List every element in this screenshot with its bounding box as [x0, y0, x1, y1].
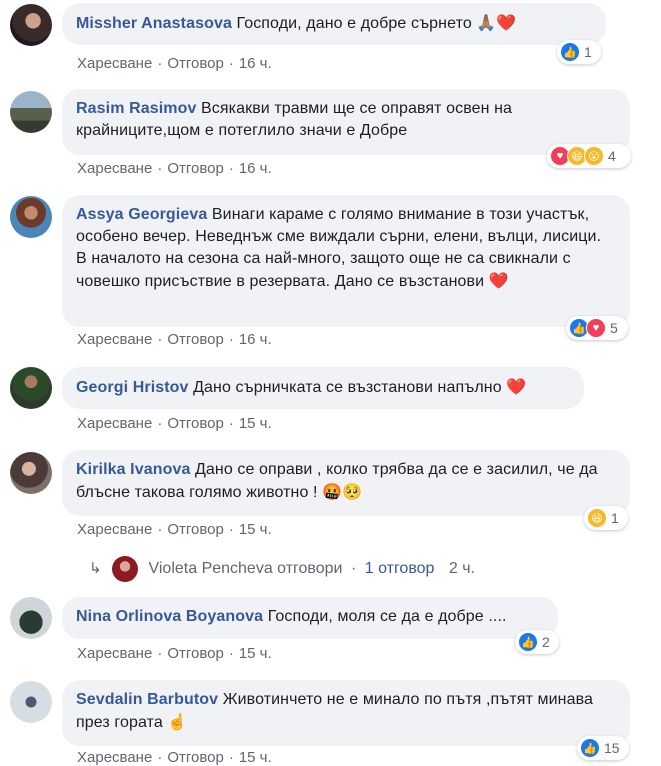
- reaction-count: 1: [611, 510, 619, 526]
- timestamp[interactable]: 16 ч.: [239, 160, 272, 177]
- reaction-count: 1: [584, 44, 592, 60]
- reaction-count: 2: [542, 634, 550, 650]
- like-reaction-icon: 👍: [580, 738, 600, 758]
- emoji: ❤️: [506, 377, 527, 396]
- avatar[interactable]: [10, 597, 52, 639]
- emoji: ☝️: [167, 712, 188, 731]
- reply-arrow-icon: ↳: [89, 560, 102, 578]
- comment-author[interactable]: Kirilka Ivanova: [76, 461, 190, 478]
- comment-author[interactable]: Nina Orlinova Boyanova: [76, 608, 263, 625]
- like-link[interactable]: Харесване: [77, 749, 152, 766]
- emoji: ❤️: [488, 271, 509, 290]
- comment-author[interactable]: Rasim Rasimov: [76, 100, 196, 117]
- timestamp[interactable]: 16 ч.: [239, 55, 272, 72]
- avatar[interactable]: [10, 196, 52, 238]
- reply-link[interactable]: Отговор: [167, 160, 224, 177]
- reaction-summary[interactable]: ♥ 😆 😮 4: [547, 144, 631, 168]
- reply-link[interactable]: Отговор: [167, 55, 224, 72]
- wow-reaction-icon: 😮: [584, 146, 604, 166]
- reply-link[interactable]: Отговор: [167, 749, 224, 766]
- like-link[interactable]: Харесване: [77, 645, 152, 662]
- reply-avatar: [112, 556, 139, 582]
- comment-actions: Харесване · Отговор · 16 ч.: [77, 331, 272, 348]
- like-link[interactable]: Харесване: [77, 55, 152, 72]
- reply-link[interactable]: Отговор: [167, 415, 224, 432]
- comment-actions: Харесване · Отговор · 16 ч.: [77, 55, 272, 72]
- avatar[interactable]: [10, 4, 52, 46]
- reaction-summary[interactable]: 👍 1: [557, 40, 601, 64]
- timestamp[interactable]: 15 ч.: [239, 521, 272, 538]
- haha-reaction-icon: 😆: [587, 508, 607, 528]
- emoji: 🤬🥺: [322, 482, 363, 501]
- emoji: 🙏🏽❤️: [476, 13, 517, 32]
- comment-actions: Харесване · Отговор · 16 ч.: [77, 160, 272, 177]
- comment-author[interactable]: Sevdalin Barbutov: [76, 691, 218, 708]
- like-link[interactable]: Харесване: [77, 521, 152, 538]
- comment-bubble: Rasim Rasimov Всякакви травми ще се опра…: [62, 89, 630, 155]
- love-reaction-icon: ♥: [586, 318, 606, 338]
- comment-actions: Харесване · Отговор · 15 ч.: [77, 645, 272, 662]
- comment-actions: Харесване · Отговор · 15 ч.: [77, 415, 272, 432]
- reaction-count: 15: [604, 740, 620, 756]
- timestamp[interactable]: 15 ч.: [239, 749, 272, 766]
- comment-author[interactable]: Assya Georgieva: [76, 206, 207, 223]
- reaction-summary[interactable]: 😆 1: [584, 506, 628, 530]
- avatar[interactable]: [10, 452, 52, 494]
- comment-bubble: Assya Georgieva Винаги караме с голямо в…: [62, 195, 630, 327]
- comment-actions: Харесване · Отговор · 15 ч.: [77, 521, 272, 538]
- timestamp[interactable]: 15 ч.: [239, 415, 272, 432]
- reaction-summary[interactable]: 👍 2: [515, 630, 559, 654]
- comment-bubble: Sevdalin Barbutov Животинчето не е минал…: [62, 680, 630, 746]
- comment-text: Дано сърничката се възстанови напълно: [193, 379, 502, 396]
- comment-bubble: Georgi Hristov Дано сърничката се възста…: [62, 367, 584, 409]
- avatar[interactable]: [10, 681, 52, 723]
- reaction-summary[interactable]: 👍 ♥ 5: [566, 316, 628, 340]
- view-replies[interactable]: ↳ Violeta Pencheva отговори · 1 отговор …: [89, 556, 475, 582]
- like-link[interactable]: Харесване: [77, 160, 152, 177]
- comment-bubble: Missher Anastasova Господи, дано е добре…: [62, 3, 606, 45]
- like-reaction-icon: 👍: [518, 632, 538, 652]
- reaction-summary[interactable]: 👍 15: [577, 736, 629, 760]
- like-reaction-icon: 👍: [560, 42, 580, 62]
- comment-bubble: Nina Orlinova Boyanova Господи, моля се …: [62, 597, 558, 639]
- reply-link[interactable]: Отговор: [167, 521, 224, 538]
- like-link[interactable]: Харесване: [77, 331, 152, 348]
- timestamp[interactable]: 16 ч.: [239, 331, 272, 348]
- reaction-count: 5: [610, 320, 618, 336]
- comment-bubble: Kirilka Ivanova Дано се оправи , колко т…: [62, 450, 630, 516]
- comment-text: Господи, моля се да е добре ....: [267, 608, 507, 625]
- comment-author[interactable]: Georgi Hristov: [76, 379, 189, 396]
- reply-link[interactable]: Отговор: [167, 645, 224, 662]
- reply-count[interactable]: 1 отговор: [365, 560, 435, 577]
- avatar[interactable]: [10, 367, 52, 409]
- comment-actions: Харесване · Отговор · 15 ч.: [77, 749, 272, 766]
- reply-timestamp: 2 ч.: [448, 560, 476, 578]
- comment-text: Господи, дано е добре сърнето: [236, 15, 472, 32]
- reply-author-action[interactable]: Violeta Pencheva отговори: [148, 560, 342, 577]
- comment-author[interactable]: Missher Anastasova: [76, 15, 232, 32]
- avatar[interactable]: [10, 91, 52, 133]
- reaction-count: 4: [608, 148, 616, 164]
- timestamp[interactable]: 15 ч.: [239, 645, 272, 662]
- like-link[interactable]: Харесване: [77, 415, 152, 432]
- reply-link[interactable]: Отговор: [167, 331, 224, 348]
